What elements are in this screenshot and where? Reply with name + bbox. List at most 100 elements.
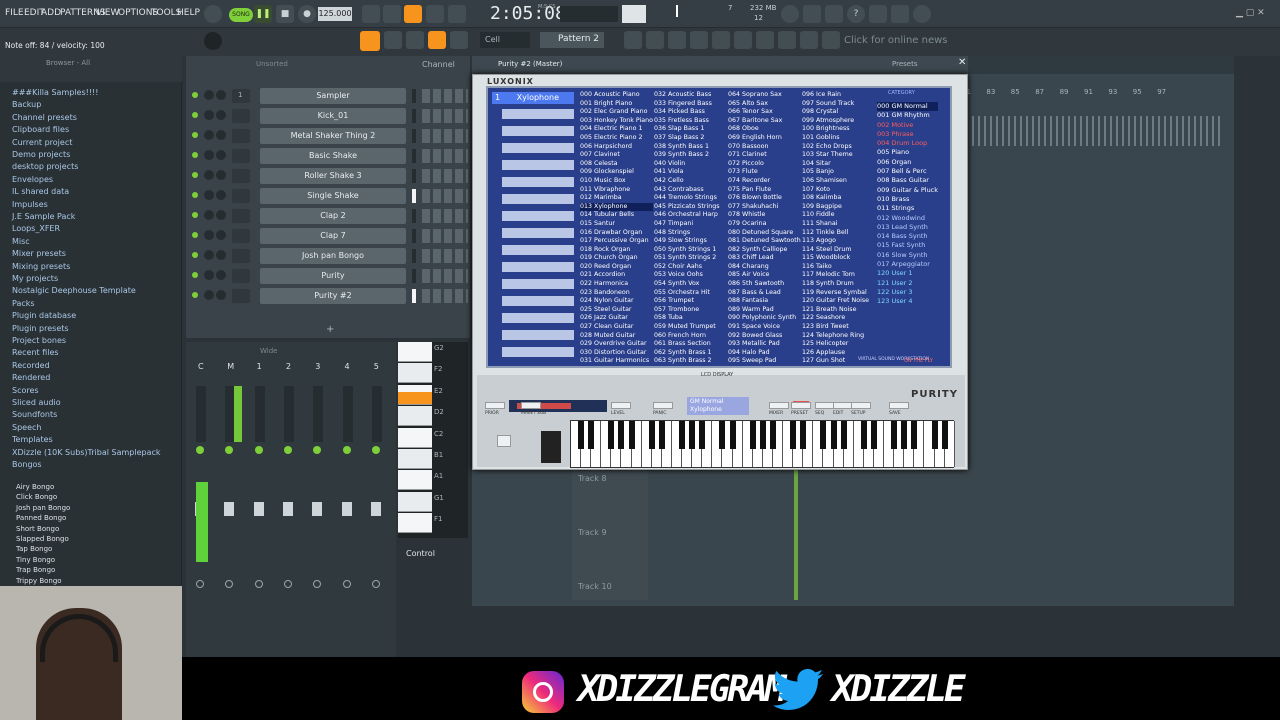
channel-number[interactable] — [232, 169, 250, 183]
channel-number[interactable] — [232, 109, 250, 123]
selected-preset-slot[interactable]: 1 Xylophone — [492, 92, 574, 104]
preset-item[interactable]: 102 Echo Drops — [802, 143, 869, 152]
step-sequencer[interactable] — [422, 169, 468, 183]
black-key[interactable] — [679, 421, 685, 449]
preset-item[interactable]: 116 Taiko — [802, 263, 869, 272]
black-key[interactable] — [830, 421, 837, 449]
browser-subitem[interactable]: Panned Bongo — [16, 514, 66, 522]
insert-label[interactable]: 1 — [257, 362, 262, 371]
piano-key[interactable] — [398, 491, 432, 512]
black-key[interactable] — [608, 421, 615, 449]
browser-item[interactable]: Scores — [12, 386, 39, 395]
channel-name-button[interactable]: Roller Shake 3 — [260, 168, 406, 184]
preset-item[interactable]: 113 Agogo — [802, 237, 869, 246]
browser-item[interactable]: Demo projects — [12, 150, 70, 159]
browser-subitem[interactable]: Josh pan Bongo — [16, 504, 70, 512]
mod-wheel[interactable] — [541, 431, 561, 463]
channel-select-bar[interactable] — [412, 289, 416, 303]
preset-item[interactable]: 023 Bandoneon — [580, 289, 653, 298]
track-label-10[interactable]: Track 10 — [578, 582, 612, 591]
browser-item[interactable]: My projects — [12, 274, 58, 283]
category-item[interactable]: 009 Guitar & Pluck — [877, 186, 938, 195]
preset-item[interactable]: 021 Accordion — [580, 271, 653, 280]
preset-item[interactable]: 050 Synth Strings 1 — [654, 246, 720, 255]
channel-number[interactable] — [232, 229, 250, 243]
preset-item[interactable]: 079 Ocarina — [728, 220, 801, 229]
preset-item[interactable]: 118 Synth Drum — [802, 280, 869, 289]
preset-item[interactable]: 121 Breath Noise — [802, 306, 869, 315]
preset-item[interactable]: 001 Bright Piano — [580, 100, 653, 109]
channel-pan-knob[interactable] — [204, 190, 214, 200]
preset-item[interactable]: 076 Blown Bottle — [728, 194, 801, 203]
browser-item[interactable]: XDizzle (10K Subs)Tribal Samplepack — [12, 448, 161, 457]
insert-led-icon[interactable] — [254, 446, 263, 454]
preset-item[interactable]: 028 Muted Guitar — [580, 332, 653, 341]
record-mode-icon[interactable] — [204, 5, 222, 23]
purity-button[interactable] — [889, 402, 909, 409]
preset-item[interactable]: 094 Halo Pad — [728, 349, 801, 358]
insert-label[interactable]: 5 — [374, 362, 379, 371]
preset-item[interactable]: 059 Muted Trumpet — [654, 323, 720, 332]
preset-item[interactable]: 078 Whistle — [728, 211, 801, 220]
browser-item[interactable]: desktop projects — [12, 162, 78, 171]
channel-pan-knob[interactable] — [204, 150, 214, 160]
preset-item[interactable]: 046 Orchestral Harp — [654, 211, 720, 220]
preset-item[interactable]: 019 Church Organ — [580, 254, 653, 263]
black-key[interactable] — [800, 421, 807, 449]
black-key[interactable] — [588, 421, 595, 449]
browser-item[interactable]: Bongos — [12, 460, 42, 469]
preset-item[interactable]: 056 Trumpet — [654, 297, 720, 306]
category-item[interactable]: 016 Slow Synth — [877, 251, 938, 260]
black-key[interactable] — [749, 421, 756, 449]
countdown-icon[interactable] — [404, 5, 422, 23]
channel-led-icon[interactable] — [192, 292, 198, 298]
channel-pan-knob[interactable] — [204, 270, 214, 280]
preset-item[interactable]: 098 Crystal — [802, 108, 869, 117]
rack-filter[interactable]: Unsorted — [256, 60, 288, 68]
channel-number[interactable] — [232, 249, 250, 263]
channel-volume-knob[interactable] — [216, 210, 226, 220]
browser-item[interactable]: Impulses — [12, 200, 48, 209]
category-item[interactable]: 000 GM Normal — [877, 102, 939, 112]
online-news-link[interactable]: Click for online news — [844, 35, 948, 46]
insert-led-icon[interactable] — [196, 446, 204, 454]
preset-item[interactable]: 033 Fingered Bass — [654, 100, 720, 109]
browser-item[interactable]: Mixing presets — [12, 262, 70, 271]
purity-button[interactable] — [521, 402, 541, 409]
channel-name-button[interactable]: Purity #2 — [260, 288, 406, 304]
browser-item[interactable]: Packs — [12, 299, 35, 308]
menu-add[interactable]: ADD — [41, 8, 61, 18]
preset-item[interactable]: 002 Elec Grand Piano — [580, 108, 653, 117]
black-key[interactable] — [618, 421, 625, 449]
pencil-icon[interactable] — [406, 31, 424, 49]
channel-pan-knob[interactable] — [204, 210, 214, 220]
preset-item[interactable]: 061 Brass Section — [654, 340, 720, 349]
category-item[interactable]: 120 User 1 — [877, 269, 938, 278]
preset-item[interactable]: 125 Helicopter — [802, 340, 869, 349]
black-key[interactable] — [658, 421, 665, 449]
browser-item[interactable]: Recorded — [12, 361, 50, 370]
preset-item[interactable]: 104 Sitar — [802, 160, 869, 169]
preset-item[interactable]: 124 Telephone Ring — [802, 332, 869, 341]
step-sequencer[interactable] — [422, 129, 468, 143]
category-item[interactable]: 004 Drum Loop — [877, 139, 938, 148]
channel-select-bar[interactable] — [412, 149, 416, 163]
tools-icon[interactable] — [803, 5, 821, 23]
preset-item[interactable]: 012 Marimba — [580, 194, 653, 203]
window-controls[interactable]: ▁ ▢ ✕ — [1236, 8, 1265, 18]
preset-slot[interactable] — [502, 126, 574, 136]
insert-label[interactable]: 3 — [315, 362, 320, 371]
preset-item[interactable]: 018 Rock Organ — [580, 246, 653, 255]
preset-slot[interactable] — [502, 143, 574, 153]
browser-item[interactable]: Templates — [12, 435, 53, 444]
preset-slot[interactable] — [502, 296, 574, 306]
insert-send-knob[interactable] — [283, 580, 292, 588]
category-item[interactable]: 013 Lead Synth — [877, 223, 938, 232]
purity-button[interactable] — [833, 402, 853, 409]
metronome-icon[interactable] — [362, 5, 380, 23]
playlist-icon[interactable] — [624, 31, 642, 49]
insert-label[interactable]: 4 — [345, 362, 350, 371]
channel-number[interactable] — [232, 149, 250, 163]
insert-fader[interactable] — [341, 502, 352, 516]
piano-key[interactable] — [398, 449, 432, 469]
